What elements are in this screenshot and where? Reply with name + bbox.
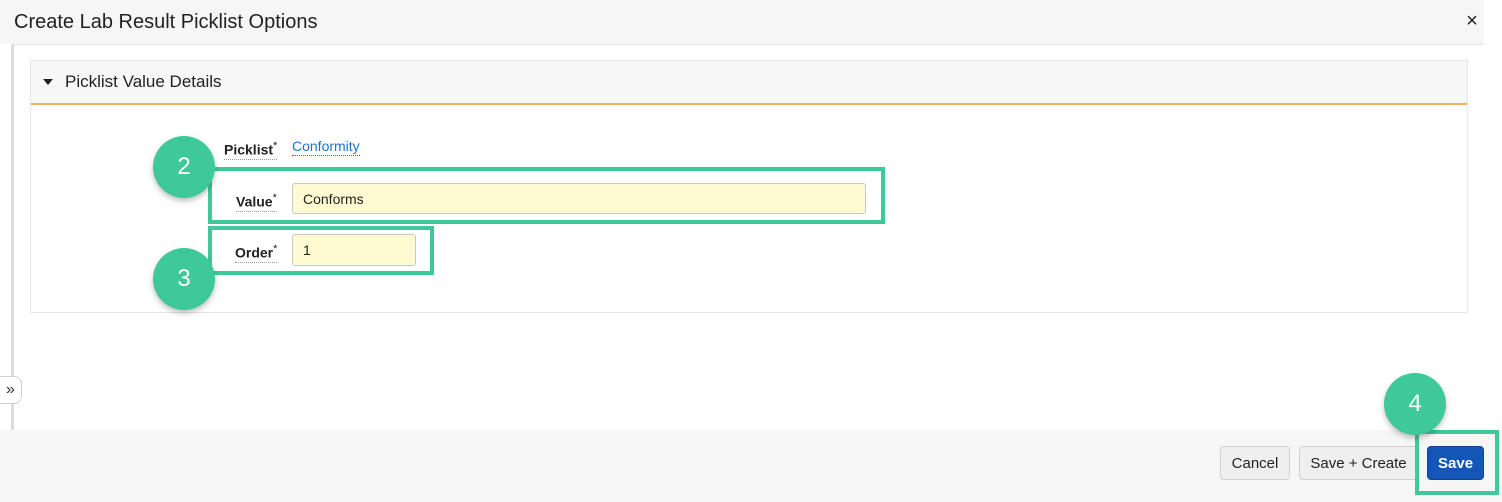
save-create-button[interactable]: Save + Create <box>1299 446 1418 480</box>
dialog-title: Create Lab Result Picklist Options <box>14 11 318 33</box>
required-mark: * <box>273 140 278 152</box>
step-4-marker: 4 <box>1384 373 1446 435</box>
picklist-label: Picklist* <box>224 138 278 160</box>
picklist-link[interactable]: Conformity <box>292 138 360 156</box>
dialog-footer: Cancel Save + Create Save <box>0 430 1502 502</box>
cancel-button[interactable]: Cancel <box>1220 446 1290 480</box>
close-icon[interactable]: × <box>1462 10 1482 32</box>
picklist-label-text: Picklist <box>224 141 274 158</box>
caret-down-icon[interactable] <box>43 79 53 85</box>
highlight-value-row <box>208 167 885 224</box>
step-2-marker: 2 <box>153 136 215 198</box>
highlight-save-button <box>1415 430 1499 495</box>
section-header[interactable]: Picklist Value Details <box>31 61 1467 105</box>
step-3-marker: 3 <box>153 248 215 310</box>
left-panel-edge <box>0 44 14 430</box>
dialog-header: Create Lab Result Picklist Options × <box>0 0 1484 45</box>
section-title: Picklist Value Details <box>65 72 222 91</box>
highlight-order-row <box>208 226 434 275</box>
expand-panel-icon[interactable]: » <box>0 376 22 404</box>
